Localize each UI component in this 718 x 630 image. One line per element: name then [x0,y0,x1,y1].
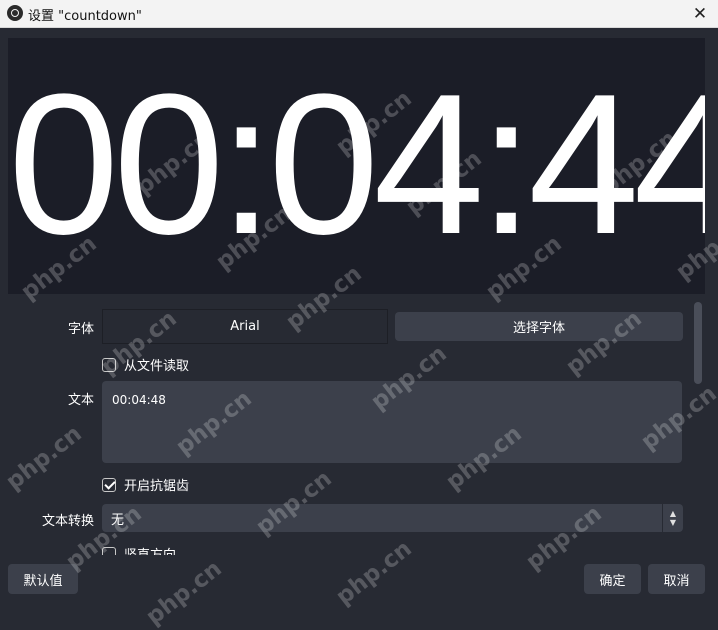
close-button[interactable]: ✕ [682,0,718,27]
text-input[interactable]: 00:04:48 [102,381,682,463]
obs-app-icon [7,5,23,21]
select-font-button[interactable]: 选择字体 [395,312,683,341]
text-transform-value: 无 [111,512,125,528]
vertical-label: 竖直方向 [124,544,176,555]
read-from-file-option[interactable]: 从文件读取 [102,355,189,374]
font-label: 字体 [67,322,94,337]
read-from-file-checkbox[interactable] [102,357,116,372]
defaults-button[interactable]: 默认值 [8,564,78,594]
antialias-label: 开启抗锯齿 [124,479,190,494]
properties-scrollbar[interactable] [693,302,703,558]
preview-countdown-text: 00:04:44 [8,53,705,276]
watermark: php.cn [141,555,227,630]
watermark: php.cn [1,420,87,496]
text-transform-select[interactable]: 无 ▲ ▼ [102,504,683,532]
close-icon: ✕ [692,3,708,24]
source-preview: 00:04:44 [8,38,705,294]
text-transform-label: 文本转换 [41,514,94,529]
antialias-checkbox[interactable] [102,477,116,492]
select-arrows-icon: ▲ ▼ [662,504,683,532]
vertical-option[interactable]: 竖直方向 [102,544,176,555]
cancel-button[interactable]: 取消 [648,564,705,594]
font-display-field: Arial [102,309,388,344]
vertical-checkbox[interactable] [102,546,116,555]
window-title: 设置 "countdown" [28,9,142,24]
title-bar: 设置 "countdown" ✕ [0,0,718,28]
antialias-option[interactable]: 开启抗锯齿 [102,475,189,494]
ok-button[interactable]: 确定 [584,564,641,594]
read-from-file-label: 从文件读取 [124,359,190,374]
scrollbar-thumb[interactable] [694,302,702,384]
text-label: 文本 [67,393,94,408]
vertical-row-clip: 竖直方向 [0,540,690,555]
